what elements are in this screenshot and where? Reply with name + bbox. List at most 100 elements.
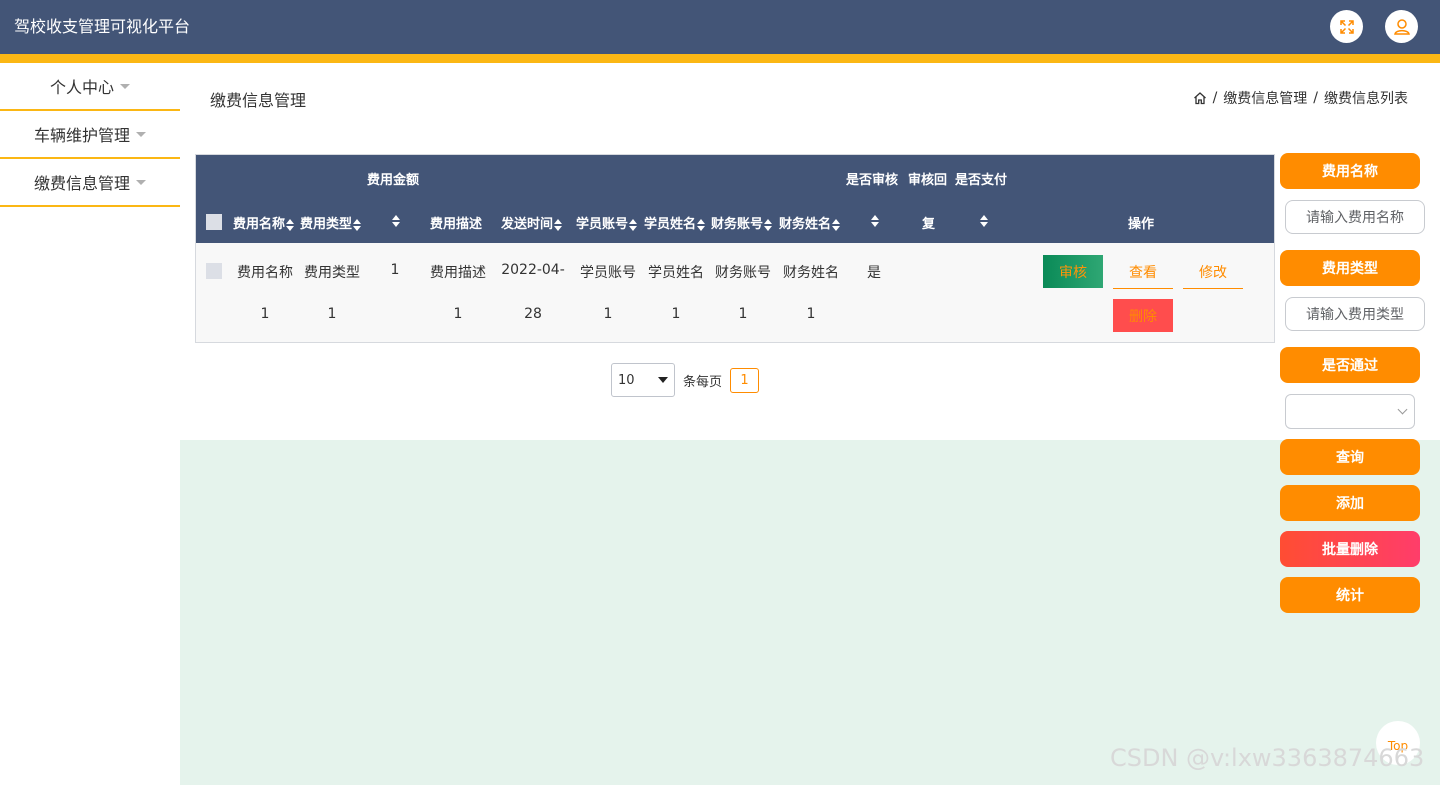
caret-down-icon xyxy=(136,179,146,185)
sidebar-item-label: 缴费信息管理 xyxy=(33,174,130,193)
page-size-value: 10 xyxy=(618,372,635,388)
pagination: 10 条每页 1 xyxy=(611,363,760,397)
view-button[interactable]: 查看 xyxy=(1113,255,1173,289)
app-title: 驾校收支管理可视化平台 xyxy=(14,17,191,36)
cell-fee-desc-value: 1 xyxy=(453,306,463,322)
cell-student-account-value: 1 xyxy=(603,306,613,322)
column-header-label: 发送时间 xyxy=(501,217,554,232)
fee-type-input[interactable]: 请输入费用类型 xyxy=(1285,297,1425,331)
per-page-label: 条每页 xyxy=(683,374,723,390)
breadcrumb-item[interactable]: 缴费信息管理 xyxy=(1223,88,1307,108)
batch-delete-button[interactable]: 批量删除 xyxy=(1280,531,1420,567)
sidebar-item-vehicle-maintenance[interactable]: 车辆维护管理 xyxy=(0,111,180,159)
breadcrumb-separator: / xyxy=(1313,90,1318,106)
sort-icon[interactable] xyxy=(832,218,841,231)
top-header: 驾校收支管理可视化平台 xyxy=(0,0,1440,54)
payment-table: 费用金额 是否审核 审核回 是否支付 费用名称 费用类型 费用描述 发送时间 学… xyxy=(195,154,1275,343)
delete-button[interactable]: 删除 xyxy=(1113,299,1173,332)
user-menu-button[interactable] xyxy=(1385,10,1418,43)
cell-send-time-2: 28 xyxy=(524,306,542,322)
sort-icon[interactable] xyxy=(353,218,362,231)
edit-button[interactable]: 修改 xyxy=(1183,255,1243,289)
column-header-label: 学员账号 xyxy=(576,217,629,232)
caret-down-icon xyxy=(120,83,130,89)
column-header-review-reply: 审核回 xyxy=(908,173,948,188)
fee-name-label-button[interactable]: 费用名称 xyxy=(1280,153,1420,189)
chevron-down-icon xyxy=(1397,404,1408,415)
sort-icon[interactable] xyxy=(392,214,400,227)
statistics-button[interactable]: 统计 xyxy=(1280,577,1420,613)
cell-student-name: 学员姓名 xyxy=(648,265,704,281)
column-header-is-reviewed: 是否审核 xyxy=(846,173,899,188)
header-accent-bar xyxy=(0,54,1440,63)
row-checkbox[interactable] xyxy=(206,263,222,279)
fullscreen-button[interactable] xyxy=(1330,10,1363,43)
breadcrumb-separator: / xyxy=(1212,90,1218,106)
cell-finance-name-value: 1 xyxy=(806,306,816,322)
home-icon[interactable] xyxy=(1193,91,1207,105)
sort-icon[interactable] xyxy=(871,214,879,227)
cell-fee-name: 费用名称 xyxy=(237,265,293,281)
column-header-student-account[interactable]: 学员账号 xyxy=(576,213,638,232)
page-size-select[interactable]: 10 xyxy=(611,363,675,397)
query-button[interactable]: 查询 xyxy=(1280,439,1420,475)
sidebar-item-label: 个人中心 xyxy=(49,78,114,97)
fee-type-label-button[interactable]: 费用类型 xyxy=(1280,250,1420,286)
sort-icon[interactable] xyxy=(629,218,638,231)
column-header-is-paid: 是否支付 xyxy=(955,173,1008,188)
user-icon xyxy=(1393,18,1410,35)
sort-icon[interactable] xyxy=(697,218,706,231)
column-header-label: 费用名称 xyxy=(233,217,286,232)
page-number-button[interactable]: 1 xyxy=(730,367,760,393)
column-header-finance-account[interactable]: 财务账号 xyxy=(711,213,773,232)
column-header-review-reply-2: 复 xyxy=(922,217,936,232)
sort-icon[interactable] xyxy=(980,214,988,227)
column-header-label: 财务账号 xyxy=(711,217,764,232)
passed-select[interactable] xyxy=(1285,394,1415,429)
sort-icon[interactable] xyxy=(764,218,773,231)
column-header-label: 费用类型 xyxy=(300,217,353,232)
column-header-label: 财务姓名 xyxy=(779,217,832,232)
column-header-fee-amount: 费用金额 xyxy=(367,173,420,188)
cell-fee-name-value: 1 xyxy=(260,306,270,322)
column-header-actions: 操作 xyxy=(1128,217,1155,232)
cell-finance-account: 财务账号 xyxy=(715,265,771,281)
chevron-down-icon xyxy=(658,377,668,383)
cell-fee-amount: 1 xyxy=(390,262,400,278)
cell-is-reviewed: 是 xyxy=(867,265,881,281)
fee-name-input[interactable]: 请输入费用名称 xyxy=(1285,200,1425,234)
cell-send-time: 2022-04- xyxy=(501,262,565,278)
breadcrumb-item: 缴费信息列表 xyxy=(1324,91,1408,107)
column-header-is-paid-sort[interactable] xyxy=(979,213,988,228)
column-header-fee-desc: 费用描述 xyxy=(430,217,483,232)
column-header-fee-name[interactable]: 费用名称 xyxy=(233,213,295,232)
column-header-is-reviewed-sort[interactable] xyxy=(870,213,879,228)
table-row: 费用名称 1 费用类型 1 1 费用描述 1 2022-04- 28 学员账号 … xyxy=(196,243,1274,342)
add-button[interactable]: 添加 xyxy=(1280,485,1420,521)
cell-student-account: 学员账号 xyxy=(580,265,636,281)
watermark: CSDN @v:lxw3363874663 xyxy=(1110,744,1425,772)
select-all-checkbox[interactable] xyxy=(206,214,222,230)
caret-down-icon xyxy=(136,131,146,137)
cell-finance-account-value: 1 xyxy=(738,306,748,322)
sort-icon[interactable] xyxy=(286,218,295,231)
cell-fee-type: 费用类型 xyxy=(304,265,360,281)
column-header-finance-name[interactable]: 财务姓名 xyxy=(779,213,841,232)
sort-icon[interactable] xyxy=(554,218,563,231)
cell-fee-type-value: 1 xyxy=(327,306,337,322)
sidebar-item-payment-info[interactable]: 缴费信息管理 xyxy=(0,159,180,207)
content-background xyxy=(180,440,1440,785)
column-header-send-time[interactable]: 发送时间 xyxy=(501,213,563,232)
sidebar-item-personal-center[interactable]: 个人中心 xyxy=(0,63,180,111)
cell-fee-desc: 费用描述 xyxy=(430,265,486,281)
sidebar-item-label: 车辆维护管理 xyxy=(33,126,130,145)
breadcrumb: / 缴费信息管理 / 缴费信息列表 xyxy=(1193,88,1408,108)
sidebar: 个人中心 车辆维护管理 缴费信息管理 xyxy=(0,63,180,207)
approve-button[interactable]: 审核 xyxy=(1043,255,1103,288)
column-header-student-name[interactable]: 学员姓名 xyxy=(644,213,706,232)
column-header-fee-type[interactable]: 费用类型 xyxy=(300,213,362,232)
column-header-fee-amount-sort[interactable] xyxy=(391,213,400,228)
cell-finance-name: 财务姓名 xyxy=(783,265,839,281)
column-header-label: 学员姓名 xyxy=(644,217,697,232)
passed-label-button[interactable]: 是否通过 xyxy=(1280,347,1420,383)
